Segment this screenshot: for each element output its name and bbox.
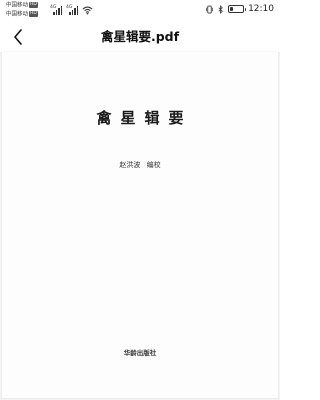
back-button[interactable] [8, 27, 28, 47]
page-title: 禽星辑要.pdf [100, 29, 180, 44]
status-bar: 中国移动 HD 中国移动 HD 4G 4G 12:10 [0, 0, 280, 22]
app-bar: 禽星辑要.pdf [0, 22, 280, 52]
screen: 中国移动 HD 中国移动 HD 4G 4G 12:10 禽星辑要.pdf 禽星辑… [0, 0, 280, 400]
carrier-line-1: 中国移动 HD [6, 2, 38, 10]
vibrate-icon [206, 5, 213, 13]
publisher-name: 华龄出版社 [123, 349, 157, 357]
signal-icon-2: 4G [66, 5, 78, 15]
document-page[interactable]: 禽星辑要 赵洪波 编校 华龄出版社 [2, 52, 278, 398]
battery-fill [230, 7, 234, 11]
hd-badge-1: HD [29, 2, 38, 8]
status-right: 12:10 [206, 3, 274, 15]
chevron-left-icon [14, 29, 22, 45]
carrier-line-2: 中国移动 HD [6, 11, 38, 19]
wifi-icon [82, 6, 93, 15]
hd-badge-2: HD [29, 11, 38, 17]
book-title: 禽星辑要 [96, 109, 193, 127]
battery-icon [228, 5, 247, 13]
signal-icon: 4G [50, 5, 62, 15]
signal-group: 4G 4G [50, 3, 93, 15]
clock: 12:10 [248, 4, 274, 14]
bluetooth-icon [218, 4, 223, 14]
carrier-name-2: 中国移动 [6, 11, 29, 18]
document-viewer[interactable]: 禽星辑要 赵洪波 编校 华龄出版社 [0, 52, 280, 400]
editor-credit: 赵洪波 编校 [119, 161, 161, 169]
carrier-name-1: 中国移动 [6, 2, 29, 9]
